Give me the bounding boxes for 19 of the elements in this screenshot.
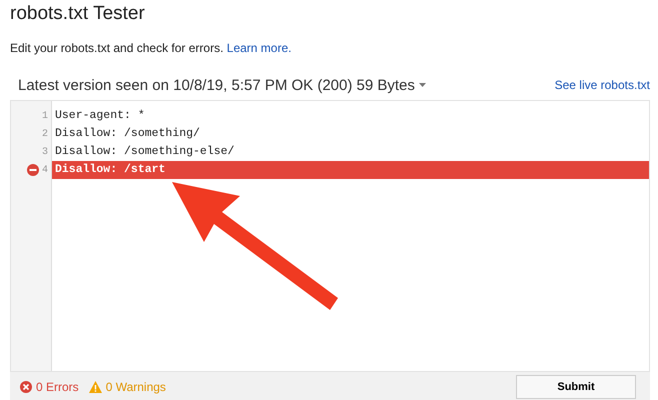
line-number: 2 [42, 128, 48, 140]
see-live-link[interactable]: See live robots.txt [554, 78, 650, 92]
page-title: robots.txt Tester [9, 2, 146, 26]
line-number: 4 [42, 164, 48, 176]
code-editor[interactable]: 1 2 3 4 User-agent: * Disallow: /something/ Disallow: /something-else/ Disallow: /start [10, 100, 650, 372]
errors-count: 0 Errors [36, 380, 79, 394]
warnings-count: 0 Warnings [106, 380, 166, 394]
error-icon [20, 381, 32, 393]
code-line: User-agent: * [54, 108, 146, 124]
submit-button[interactable]: Submit [516, 375, 636, 399]
version-dropdown[interactable]: Latest version seen on 10/8/19, 5:57 PM OK (200) 59 Bytes [18, 76, 426, 94]
line-number: 1 [42, 110, 48, 122]
description-text: Edit your robots.txt and check for errors. Learn more. [10, 40, 292, 56]
line-number: 3 [42, 146, 48, 158]
caret-icon [418, 83, 426, 87]
warning-icon [88, 381, 102, 393]
code-line: Disallow: /something/ [54, 126, 201, 142]
code-line: Disallow: /something-else/ [54, 144, 236, 160]
learn-more-link[interactable]: Learn more. [226, 41, 292, 55]
